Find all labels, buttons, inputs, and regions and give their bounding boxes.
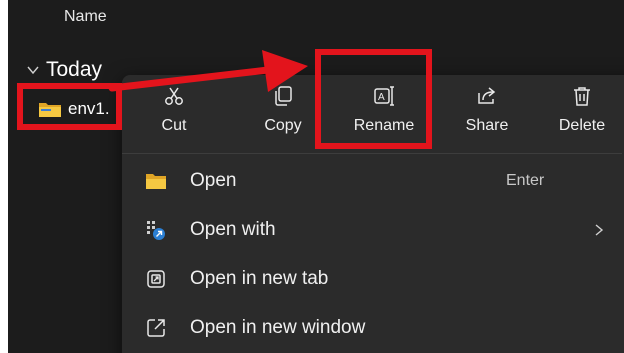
chevron-down-icon xyxy=(27,66,39,75)
context-menu: Cut Copy A Rename Share Delete Open Ente… xyxy=(122,75,624,353)
menu-item-label: Open with xyxy=(190,219,276,240)
keyboard-shortcut: Enter xyxy=(506,172,545,189)
menu-item-open-in-new-tab[interactable]: Open in new tab xyxy=(122,259,622,299)
share-icon xyxy=(478,87,496,104)
file-item[interactable]: env1. xyxy=(38,94,110,124)
new-window-icon xyxy=(147,319,165,337)
context-menu-toolbar: Cut Copy A Rename Share Delete xyxy=(122,75,622,153)
file-explorer-window: Name Today env1. Cut Copy A Rename Share… xyxy=(8,0,624,353)
cut-button[interactable]: Cut xyxy=(144,75,204,149)
menu-item-open-in-new-window[interactable]: Open in new window xyxy=(122,308,622,348)
cut-label: Cut xyxy=(161,117,187,134)
rename-icon: A xyxy=(374,86,394,106)
menu-item-open-with[interactable]: Open with xyxy=(122,210,622,250)
rename-button[interactable]: A Rename xyxy=(340,75,428,149)
file-name: env1. xyxy=(68,99,110,118)
open-with-icon xyxy=(147,221,165,240)
share-button[interactable]: Share xyxy=(458,75,516,149)
group-label: Today xyxy=(46,58,103,81)
rename-label: Rename xyxy=(353,117,415,134)
column-header-name[interactable]: Name xyxy=(64,8,107,26)
copy-label: Copy xyxy=(264,117,302,134)
new-tab-icon xyxy=(147,270,165,288)
share-label: Share xyxy=(465,117,509,134)
folder-icon xyxy=(39,103,61,117)
copy-icon xyxy=(275,86,292,106)
copy-button[interactable]: Copy xyxy=(250,75,316,149)
scissors-icon xyxy=(165,87,183,105)
menu-item-open[interactable]: Open Enter xyxy=(122,161,622,201)
folder-icon xyxy=(146,174,166,189)
trash-icon xyxy=(574,87,590,106)
menu-item-label: Open in new window xyxy=(190,317,366,338)
delete-button[interactable]: Delete xyxy=(550,75,614,149)
svg-text:A: A xyxy=(378,92,385,103)
menu-divider xyxy=(122,153,622,154)
chevron-right-icon xyxy=(595,224,604,236)
delete-label: Delete xyxy=(558,117,606,134)
menu-item-label: Open in new tab xyxy=(190,268,329,289)
group-header-today[interactable]: Today xyxy=(26,56,102,84)
menu-item-label: Open xyxy=(190,170,237,191)
